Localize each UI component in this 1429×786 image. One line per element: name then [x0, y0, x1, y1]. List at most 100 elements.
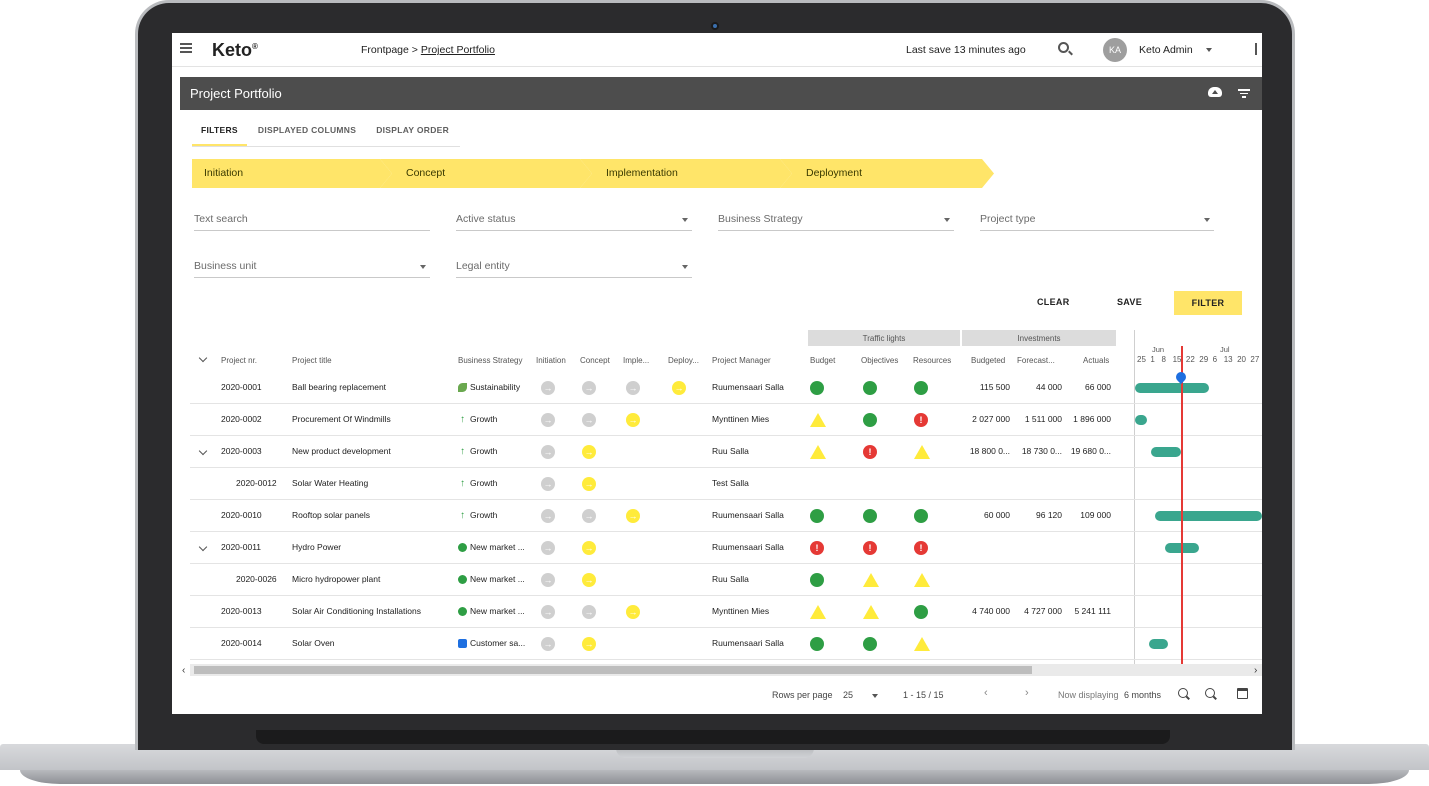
next-page-icon[interactable]: ›	[1025, 687, 1029, 699]
col-project-nr[interactable]: Project nr.	[221, 350, 257, 372]
logo[interactable]: Keto®	[212, 40, 258, 61]
today-line	[1181, 346, 1183, 664]
cell-project-nr: 2020-0001	[221, 382, 262, 392]
status-green-icon	[810, 509, 824, 523]
gantt-bar[interactable]	[1135, 415, 1147, 425]
chevron-down-icon[interactable]	[198, 446, 208, 456]
scroll-left-icon[interactable]: ‹	[182, 665, 185, 676]
table-row[interactable]: 2020-0001 Ball bearing replacement Sustain…	[190, 372, 1262, 404]
col-objectives[interactable]: Objectives	[861, 350, 898, 372]
table-row[interactable]: 2020-0003 New product development ↑ Growth →…	[190, 436, 1262, 468]
cell-project-title[interactable]: Hydro Power	[292, 532, 452, 563]
gantt-bar[interactable]	[1135, 383, 1209, 393]
zoom-in-icon[interactable]	[1205, 688, 1215, 698]
cell-project-title[interactable]: Solar Water Heating	[292, 468, 452, 499]
col-project-title[interactable]: Project title	[292, 350, 332, 372]
col-forecast[interactable]: Forecast...	[1017, 350, 1055, 372]
menu-icon[interactable]	[180, 43, 192, 53]
phase-initiation[interactable]: Initiation	[192, 159, 392, 188]
gantt-bar[interactable]	[1149, 639, 1168, 649]
col-budget[interactable]: Budget	[810, 350, 835, 372]
filter-button[interactable]: FILTER	[1174, 291, 1242, 315]
legal-entity-select[interactable]: Legal entity	[456, 260, 692, 278]
table-row[interactable]: 2020-0010 Rooftop solar panels ↑ Growth → → → R…	[190, 500, 1262, 532]
scrollbar-thumb[interactable]	[194, 666, 1032, 674]
cell-project-title[interactable]: New product development	[292, 436, 452, 467]
col-implementation[interactable]: Imple...	[623, 350, 649, 372]
arrow-up-icon: ↑	[460, 478, 465, 490]
table-row[interactable]: 2020-0011 Hydro Power New market ... → → Ruum…	[190, 532, 1262, 564]
cell-project-title[interactable]: Solar Oven	[292, 628, 452, 659]
breadcrumb-root[interactable]: Frontpage >	[361, 44, 418, 56]
active-status-select[interactable]: Active status	[456, 213, 692, 231]
save-button[interactable]: SAVE	[1117, 297, 1142, 307]
cell-project-title[interactable]: Rooftop solar panels	[292, 500, 452, 531]
tab-display-order[interactable]: DISPLAY ORDER	[367, 119, 458, 146]
traffic-light: !	[914, 541, 928, 555]
tab-bar: FILTERS DISPLAYED COLUMNS DISPLAY ORDER	[192, 119, 461, 147]
warning-icon	[863, 573, 879, 587]
business-unit-select[interactable]: Business unit	[194, 260, 430, 278]
col-initiation[interactable]: Initiation	[536, 350, 566, 372]
arrow-right-icon: →	[582, 541, 596, 555]
cell-budgeted: 4 740 000	[972, 606, 1010, 616]
col-concept[interactable]: Concept	[580, 350, 610, 372]
col-deployment[interactable]: Deploy...	[668, 350, 699, 372]
phase-implementation[interactable]: Implementation	[580, 159, 792, 188]
zoom-out-icon[interactable]	[1178, 688, 1188, 698]
calendar-icon[interactable]	[1237, 688, 1248, 699]
chevron-down-icon	[682, 218, 688, 222]
cell-budgeted: 2 027 000	[972, 414, 1010, 424]
cell-project-title[interactable]: Micro hydropower plant	[292, 564, 452, 595]
table-row[interactable]: 2020-0014 Solar Oven Customer sa... → → Ruume…	[190, 628, 1262, 660]
cloud-download-icon[interactable]	[1208, 87, 1222, 97]
gantt-bar[interactable]	[1151, 447, 1181, 457]
text-search-input[interactable]: Text search	[194, 213, 430, 231]
cell-forecast: 18 730 0...	[1021, 446, 1062, 456]
traffic-light	[914, 445, 930, 459]
now-displaying-value[interactable]: 6 months	[1124, 690, 1161, 700]
arrow-right-icon: →	[541, 637, 555, 651]
laptop-base-bottom	[20, 770, 1409, 784]
avatar[interactable]: KA	[1103, 38, 1127, 62]
business-strategy-select[interactable]: Business Strategy	[718, 213, 954, 231]
rows-per-page-select[interactable]: 25	[843, 690, 853, 700]
tab-filters[interactable]: FILTERS	[192, 119, 247, 146]
status-green-icon	[863, 381, 877, 395]
breadcrumb-current[interactable]: Project Portfolio	[421, 44, 495, 56]
table-row[interactable]: 2020-0013 Solar Air Conditioning Installa…	[190, 596, 1262, 628]
gantt-bar[interactable]	[1155, 511, 1262, 521]
scroll-right-icon[interactable]: ›	[1254, 665, 1257, 676]
arrow-right-icon: →	[541, 413, 555, 427]
tab-displayed-columns[interactable]: DISPLAYED COLUMNS	[249, 119, 365, 146]
cell-forecast	[1012, 532, 1062, 563]
chevron-down-icon[interactable]	[872, 694, 878, 698]
cell-project-title[interactable]: Ball bearing replacement	[292, 372, 452, 403]
timeline-days: 25 1 8 15 22 29 6 13 20 27	[1137, 355, 1260, 364]
chevron-down-icon[interactable]	[198, 542, 208, 552]
prev-page-icon[interactable]: ‹	[984, 687, 988, 699]
filter-icon[interactable]	[1238, 89, 1250, 98]
horizontal-scrollbar[interactable]: ‹ ›	[182, 664, 1262, 676]
phase-deployment[interactable]: Deployment	[780, 159, 994, 188]
more-icon[interactable]	[1255, 43, 1259, 55]
phase-concept[interactable]: Concept	[380, 159, 592, 188]
user-name[interactable]: Keto Admin	[1139, 44, 1193, 56]
cell-project-title[interactable]: Solar Air Conditioning Installations	[292, 596, 452, 627]
table-row[interactable]: 2020-0002 Procurement Of Windmills ↑ Growth…	[190, 404, 1262, 436]
chevron-down-icon[interactable]	[1206, 48, 1212, 52]
chevron-down-icon[interactable]	[198, 353, 208, 363]
col-business-strategy[interactable]: Business Strategy	[458, 350, 522, 372]
col-actuals[interactable]: Actuals	[1083, 350, 1109, 372]
col-project-manager[interactable]: Project Manager	[712, 350, 771, 372]
project-type-select[interactable]: Project type	[980, 213, 1214, 231]
search-icon[interactable]	[1058, 42, 1069, 53]
traffic-light	[810, 637, 824, 651]
table-row[interactable]: 2020-0026 Micro hydropower plant New marke…	[190, 564, 1262, 596]
clear-button[interactable]: CLEAR	[1037, 297, 1070, 307]
cell-project-title[interactable]: Procurement Of Windmills	[292, 404, 452, 435]
traffic-light	[914, 381, 928, 395]
col-budgeted[interactable]: Budgeted	[971, 350, 1005, 372]
table-row[interactable]: 2020-0012 Solar Water Heating ↑ Growth → → Tes…	[190, 468, 1262, 500]
col-resources[interactable]: Resources	[913, 350, 951, 372]
